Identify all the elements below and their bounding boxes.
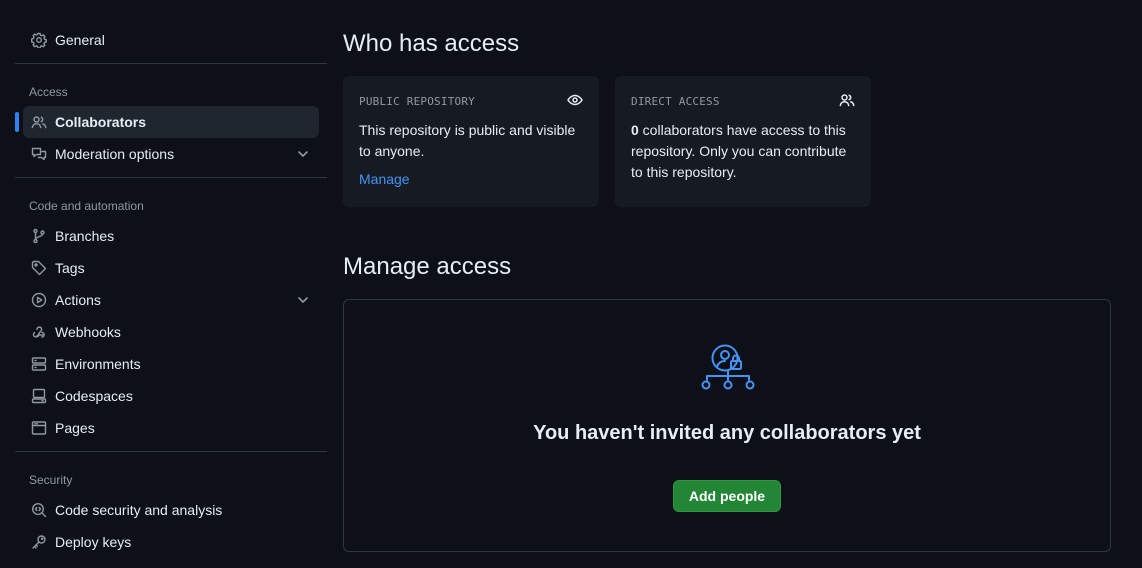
- chevron-down-icon[interactable]: [295, 292, 311, 308]
- card-kicker: DIRECT ACCESS: [631, 94, 720, 108]
- sidebar-item-label: Moderation options: [55, 146, 175, 162]
- eye-icon: [567, 92, 583, 111]
- sidebar-item-label: Pages: [55, 420, 95, 436]
- collaborator-count: 0: [631, 122, 639, 138]
- card-description: 0 collaborators have access to this repo…: [631, 120, 855, 183]
- codescan-icon: [31, 502, 47, 518]
- add-people-button[interactable]: Add people: [673, 480, 781, 512]
- server-icon: [31, 356, 47, 372]
- sidebar-item-label: Deploy keys: [55, 534, 132, 550]
- section-title-security: Security: [29, 473, 73, 487]
- sidebar-item-tags[interactable]: Tags: [23, 252, 319, 284]
- codespaces-icon: [31, 388, 47, 404]
- collaborators-blankslate: You haven't invited any collaborators ye…: [343, 299, 1111, 552]
- manage-access-title: Manage access: [343, 253, 512, 280]
- blankslate-heading: You haven't invited any collaborators ye…: [533, 422, 921, 444]
- gear-icon: [31, 32, 47, 48]
- sidebar-item-deploy-keys[interactable]: Deploy keys: [23, 526, 319, 558]
- public-repository-card: PUBLIC REPOSITORY This repository is pub…: [343, 76, 599, 207]
- browser-icon: [31, 420, 47, 436]
- person-lock-network-icon: [701, 343, 755, 395]
- direct-access-card: DIRECT ACCESS 0 collaborators have acces…: [615, 76, 871, 207]
- sidebar-item-label: Webhooks: [55, 324, 121, 340]
- sidebar-item-webhooks[interactable]: Webhooks: [23, 316, 319, 348]
- sidebar-item-branches[interactable]: Branches: [23, 220, 319, 252]
- sidebar-item-general[interactable]: General: [23, 24, 319, 56]
- sidebar-item-pages[interactable]: Pages: [23, 412, 319, 444]
- chevron-down-icon[interactable]: [295, 146, 311, 162]
- section-title-code-and-automation: Code and automation: [29, 199, 144, 213]
- sidebar-item-codespaces[interactable]: Codespaces: [23, 380, 319, 412]
- sidebar-item-label: Code security and analysis: [55, 502, 223, 518]
- sidebar-item-environments[interactable]: Environments: [23, 348, 319, 380]
- section-title-access: Access: [29, 85, 68, 99]
- settings-page: General Access Collaborators Moderation …: [0, 0, 1142, 568]
- comment-discussion-icon: [31, 146, 47, 162]
- sidebar-item-code-security[interactable]: Code security and analysis: [23, 494, 319, 526]
- sidebar-item-actions[interactable]: Actions: [23, 284, 319, 316]
- tag-icon: [31, 260, 47, 276]
- card-description: This repository is public and visible to…: [359, 122, 576, 159]
- sidebar-item-label: Codespaces: [55, 388, 133, 404]
- sidebar-item-label: Collaborators: [55, 114, 147, 130]
- key-icon: [31, 534, 47, 550]
- people-icon: [839, 92, 855, 111]
- card-kicker: PUBLIC REPOSITORY: [359, 94, 475, 108]
- settings-sidebar: General Access Collaborators Moderation …: [15, 24, 327, 558]
- sidebar-item-collaborators[interactable]: Collaborators: [15, 106, 319, 138]
- sidebar-item-label: General: [55, 32, 105, 48]
- sidebar-item-label: Environments: [55, 356, 141, 372]
- people-icon: [31, 114, 47, 130]
- sidebar-item-label: Tags: [55, 260, 85, 276]
- sidebar-item-label: Branches: [55, 228, 115, 244]
- sidebar-item-label: Actions: [55, 292, 101, 308]
- card-description-text: collaborators have access to this reposi…: [631, 122, 847, 180]
- play-icon: [31, 292, 47, 308]
- manage-link[interactable]: Manage: [359, 171, 410, 187]
- who-has-access-title: Who has access: [343, 30, 520, 57]
- git-branch-icon: [31, 228, 47, 244]
- webhook-icon: [31, 324, 47, 340]
- sidebar-item-moderation-options[interactable]: Moderation options: [23, 138, 319, 170]
